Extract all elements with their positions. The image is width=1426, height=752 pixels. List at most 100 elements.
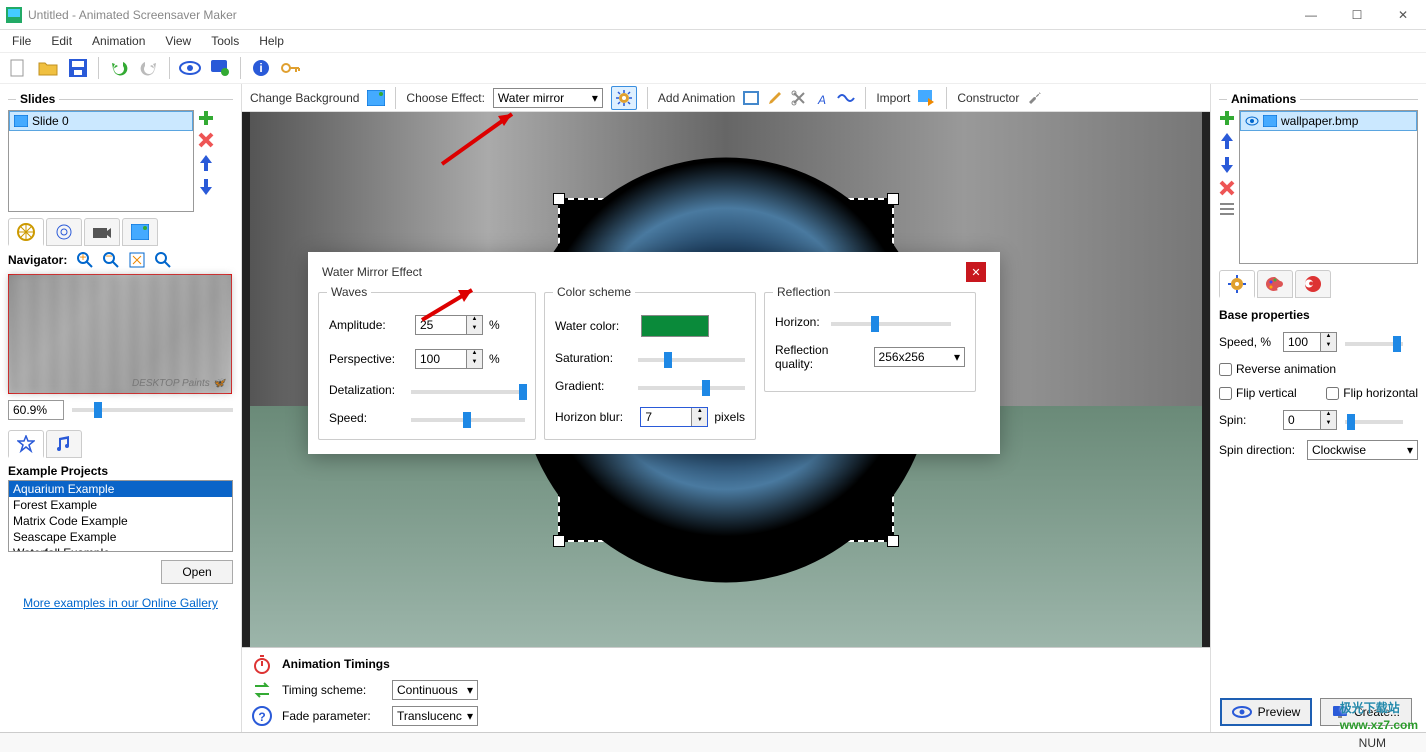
- add-slide-icon[interactable]: [198, 110, 214, 126]
- list-icon[interactable]: [1219, 202, 1235, 216]
- horizon-slider[interactable]: [831, 322, 951, 326]
- spin-dir-dropdown[interactable]: Clockwise▾: [1307, 440, 1418, 460]
- preview-icon[interactable]: [178, 56, 202, 80]
- brush-icon[interactable]: [767, 90, 783, 106]
- zoom-actual-icon[interactable]: [155, 252, 171, 268]
- redo-icon[interactable]: [137, 56, 161, 80]
- anim-down-icon[interactable]: [1219, 156, 1235, 174]
- rtab-palette[interactable]: [1257, 270, 1293, 298]
- tab-nav-camera[interactable]: [84, 218, 120, 246]
- menu-file[interactable]: File: [4, 32, 39, 50]
- tab-music[interactable]: [46, 430, 82, 458]
- example-item[interactable]: Matrix Code Example: [9, 513, 232, 529]
- menu-animation[interactable]: Animation: [84, 32, 153, 50]
- wave-icon[interactable]: [837, 91, 855, 105]
- gradient-slider[interactable]: [638, 386, 745, 390]
- flipv-checkbox[interactable]: [1219, 387, 1232, 400]
- spin-spinner[interactable]: ▲▼: [1283, 410, 1337, 430]
- open-icon[interactable]: [36, 56, 60, 80]
- horizon-blur-spinner[interactable]: ▲▼: [640, 407, 708, 427]
- gallery-link[interactable]: More examples in our Online Gallery: [8, 596, 233, 610]
- spin-dir-label: Spin direction:: [1219, 443, 1299, 457]
- fade-param-dropdown[interactable]: Translucenc▾: [392, 706, 478, 726]
- key-icon[interactable]: [279, 56, 303, 80]
- center-toolbar: Change Background Choose Effect: Water m…: [242, 84, 1210, 112]
- prop-speed-slider[interactable]: [1345, 342, 1403, 346]
- import-icon[interactable]: [918, 90, 936, 106]
- example-item[interactable]: Waterfall Example: [9, 545, 232, 552]
- fliph-checkbox[interactable]: [1326, 387, 1339, 400]
- tab-nav-image[interactable]: [122, 218, 158, 246]
- zoom-in-icon[interactable]: +: [77, 252, 93, 268]
- move-down-icon[interactable]: [198, 178, 214, 196]
- menu-tools[interactable]: Tools: [203, 32, 247, 50]
- preview-button[interactable]: Preview: [1220, 698, 1312, 726]
- rtab-spiral[interactable]: [1295, 270, 1331, 298]
- zoom-slider[interactable]: [72, 408, 233, 412]
- save-icon[interactable]: [66, 56, 90, 80]
- bg-picker-icon[interactable]: [367, 90, 385, 106]
- color-group-label: Color scheme: [553, 285, 635, 299]
- text-icon[interactable]: A: [815, 90, 829, 106]
- constructor-label[interactable]: Constructor: [957, 91, 1019, 105]
- waves-group-label: Waves: [327, 285, 371, 299]
- scissors-icon[interactable]: [791, 90, 807, 106]
- app-icon: [6, 7, 22, 23]
- animation-item-0[interactable]: wallpaper.bmp: [1240, 111, 1417, 131]
- zoom-out-icon[interactable]: −: [103, 252, 119, 268]
- delete-anim-icon[interactable]: [1219, 180, 1235, 196]
- example-item[interactable]: Aquarium Example: [9, 481, 232, 497]
- effect-dropdown[interactable]: Water mirror▾: [493, 88, 603, 108]
- tab-nav-target[interactable]: [46, 218, 82, 246]
- open-example-button[interactable]: Open: [161, 560, 233, 584]
- import-label[interactable]: Import: [876, 91, 910, 105]
- canvas[interactable]: Water Mirror Effect ✕ Waves Amplitude: ▲…: [242, 112, 1210, 647]
- amplitude-label: Amplitude:: [329, 318, 409, 332]
- menu-edit[interactable]: Edit: [43, 32, 80, 50]
- wrench-icon[interactable]: [1027, 90, 1043, 106]
- stopwatch-icon: [252, 654, 272, 674]
- animations-list[interactable]: wallpaper.bmp: [1239, 110, 1418, 264]
- dialog-close-button[interactable]: ✕: [966, 262, 986, 282]
- timing-scheme-dropdown[interactable]: Continuous▾: [392, 680, 478, 700]
- saturation-slider[interactable]: [638, 358, 745, 362]
- zoom-input[interactable]: [8, 400, 64, 420]
- change-bg-label[interactable]: Change Background: [250, 91, 359, 105]
- close-button[interactable]: ✕: [1380, 0, 1426, 30]
- film-icon[interactable]: [743, 91, 759, 105]
- add-anim-icon[interactable]: [1219, 110, 1235, 126]
- menu-help[interactable]: Help: [251, 32, 292, 50]
- example-item[interactable]: Forest Example: [9, 497, 232, 513]
- example-item[interactable]: Seascape Example: [9, 529, 232, 545]
- maximize-button[interactable]: ☐: [1334, 0, 1380, 30]
- screensaver-icon[interactable]: [208, 56, 232, 80]
- slides-list[interactable]: Slide 0: [8, 110, 194, 212]
- info-icon[interactable]: i: [249, 56, 273, 80]
- anim-up-icon[interactable]: [1219, 132, 1235, 150]
- detalization-slider[interactable]: [411, 390, 525, 394]
- delete-slide-icon[interactable]: [198, 132, 214, 148]
- minimize-button[interactable]: —: [1288, 0, 1334, 30]
- reflection-quality-dropdown[interactable]: 256x256▾: [874, 347, 965, 367]
- perspective-spinner[interactable]: ▲▼: [415, 349, 483, 369]
- reverse-checkbox[interactable]: [1219, 363, 1232, 376]
- undo-icon[interactable]: [107, 56, 131, 80]
- rtab-settings[interactable]: [1219, 270, 1255, 298]
- navigator-thumbnail[interactable]: DESKTOP Paints 🦋: [8, 274, 232, 394]
- water-color-swatch[interactable]: [641, 315, 709, 337]
- tab-favorites[interactable]: [8, 430, 44, 458]
- move-up-icon[interactable]: [198, 154, 214, 172]
- examples-list[interactable]: Aquarium Example Forest Example Matrix C…: [8, 480, 233, 552]
- add-animation-label[interactable]: Add Animation: [658, 91, 735, 105]
- menu-view[interactable]: View: [157, 32, 199, 50]
- tab-nav-wheel[interactable]: [8, 218, 44, 246]
- eye-icon[interactable]: [1245, 116, 1259, 126]
- effect-settings-button[interactable]: [611, 86, 637, 110]
- prop-speed-spinner[interactable]: ▲▼: [1283, 332, 1337, 352]
- new-icon[interactable]: [6, 56, 30, 80]
- help-icon[interactable]: ?: [252, 706, 272, 726]
- slide-item-0[interactable]: Slide 0: [9, 111, 193, 131]
- spin-slider[interactable]: [1345, 420, 1403, 424]
- speed-slider[interactable]: [411, 418, 525, 422]
- zoom-fit-icon[interactable]: [129, 252, 145, 268]
